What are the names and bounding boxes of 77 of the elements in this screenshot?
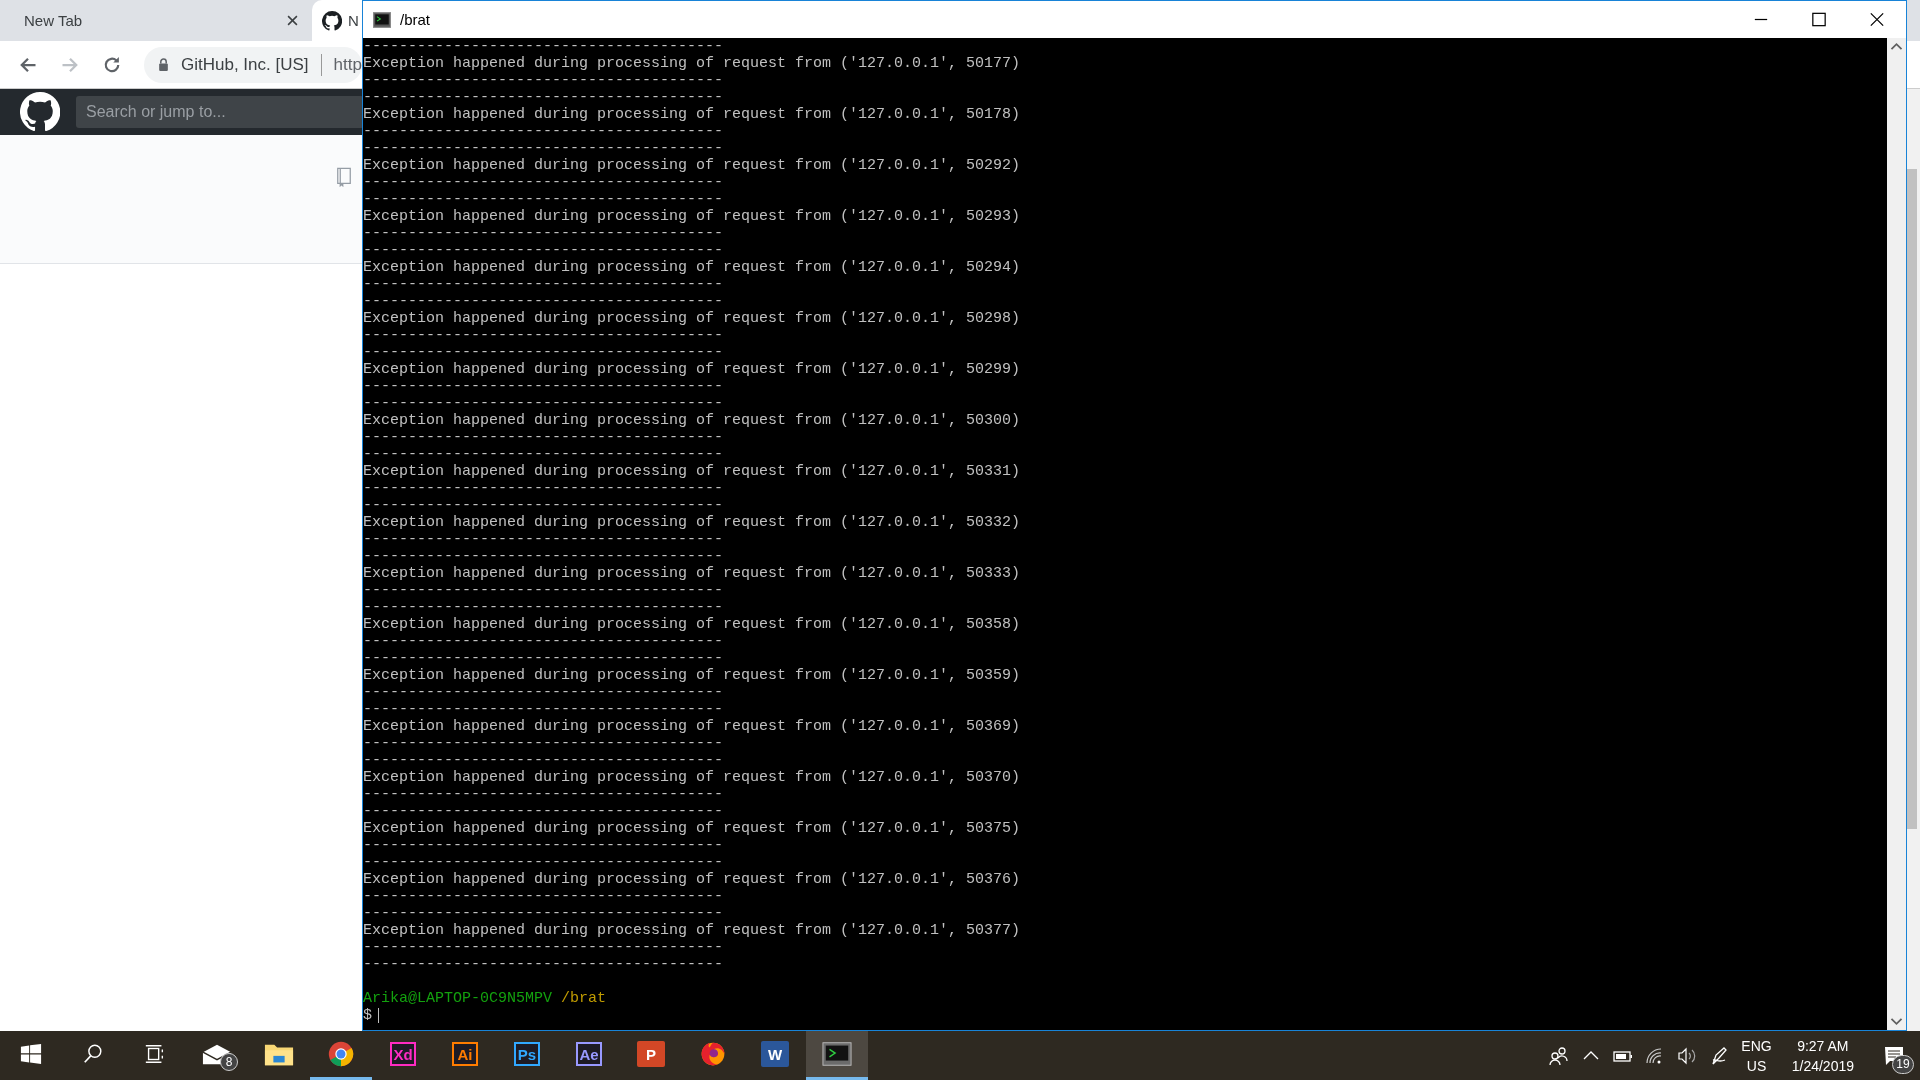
log-line: ---------------------------------------- xyxy=(363,327,725,344)
browser-tab[interactable]: New Tab xyxy=(0,0,312,41)
search-field[interactable]: Search or jump to... xyxy=(76,96,364,128)
taskbar-button[interactable]: Ps xyxy=(496,1031,558,1080)
log-line: ---------------------------------------- xyxy=(363,242,725,259)
log-line: Exception happened during processing of request from ('127.0.0.1', 50358) xyxy=(363,616,1022,633)
log-line: ---------------------------------------- xyxy=(363,650,725,667)
log-line: Exception happened during processing of request from ('127.0.0.1', 50300) xyxy=(363,412,1022,429)
log-line: Exception happened during processing of request from ('127.0.0.1', 50298) xyxy=(363,310,1022,327)
notifications-button[interactable]: 19 xyxy=(1874,1035,1914,1076)
taskbar-button[interactable]: W xyxy=(744,1031,806,1080)
log-line: ---------------------------------------- xyxy=(363,599,725,616)
log-line: ---------------------------------------- xyxy=(363,123,725,140)
log-line: ---------------------------------------- xyxy=(363,429,725,446)
log-line: Exception happened during processing of request from ('127.0.0.1', 50375) xyxy=(363,820,1022,837)
url-text: http xyxy=(333,54,362,75)
log-line: ---------------------------------------- xyxy=(363,72,725,89)
log-line: ---------------------------------------- xyxy=(363,191,725,208)
log-line: ---------------------------------------- xyxy=(363,140,725,157)
taskbar-button[interactable]: 8 xyxy=(186,1031,248,1080)
log-line: ---------------------------------------- xyxy=(363,956,725,973)
site-identity: GitHub, Inc. [US] xyxy=(181,54,309,75)
log-line: Exception happened during processing of request from ('127.0.0.1', 50377) xyxy=(363,922,1022,939)
log-line: Exception happened during processing of request from ('127.0.0.1', 50178) xyxy=(363,106,1022,123)
taskbar-button[interactable]: Xd xyxy=(372,1031,434,1080)
clock-button[interactable]: 9:27 AM 1/24/2019 xyxy=(1783,1035,1862,1076)
log-line: ---------------------------------------- xyxy=(363,735,725,752)
log-line: Exception happened during processing of request from ('127.0.0.1', 50331) xyxy=(363,463,1022,480)
log-line: ---------------------------------------- xyxy=(363,701,725,718)
log-line: ---------------------------------------- xyxy=(363,888,725,905)
log-line: ---------------------------------------- xyxy=(363,497,725,514)
log-line: ---------------------------------------- xyxy=(363,225,725,242)
log-line: Exception happened during processing of request from ('127.0.0.1', 50177) xyxy=(363,55,1022,72)
taskbar-button[interactable]: Ai xyxy=(434,1031,496,1080)
log-line: Exception happened during processing of request from ('127.0.0.1', 50359) xyxy=(363,667,1022,684)
window-title: /brat xyxy=(400,11,431,28)
log-line: ---------------------------------------- xyxy=(363,378,725,395)
log-line: ---------------------------------------- xyxy=(363,38,725,55)
prompt-user: Arika@LAPTOP-0C9N5MPV xyxy=(363,990,553,1007)
log-line: ---------------------------------------- xyxy=(363,939,725,956)
log-line: ---------------------------------------- xyxy=(363,752,725,769)
log-line: ---------------------------------------- xyxy=(363,633,725,650)
log-line: Exception happened during processing of request from ('127.0.0.1', 50370) xyxy=(363,769,1022,786)
log-line: ---------------------------------------- xyxy=(363,276,725,293)
address-bar[interactable]: GitHub, Inc. [US] http xyxy=(144,46,362,83)
log-line: Exception happened during processing of request from ('127.0.0.1', 50332) xyxy=(363,514,1022,531)
log-line: ---------------------------------------- xyxy=(363,174,725,191)
log-line: ---------------------------------------- xyxy=(363,905,725,922)
log-line: ---------------------------------------- xyxy=(363,837,725,854)
log-line: ---------------------------------------- xyxy=(363,786,725,803)
log-line: Exception happened during processing of request from ('127.0.0.1', 50369) xyxy=(363,718,1022,735)
prompt-symbol: $ xyxy=(363,1007,372,1024)
log-line: ---------------------------------------- xyxy=(363,684,725,701)
log-line: ---------------------------------------- xyxy=(363,89,725,106)
log-line: ---------------------------------------- xyxy=(363,803,725,820)
log-line: Exception happened during processing of request from ('127.0.0.1', 50292) xyxy=(363,157,1022,174)
log-line: ---------------------------------------- xyxy=(363,446,725,463)
log-line: Exception happened during processing of request from ('127.0.0.1', 50376) xyxy=(363,871,1022,888)
log-line: ---------------------------------------- xyxy=(363,480,725,497)
log-line: Exception happened during processing of request from ('127.0.0.1', 50299) xyxy=(363,361,1022,378)
count-badge: 8 xyxy=(220,1053,238,1071)
prompt-path: /brat xyxy=(561,990,607,1007)
log-line: Exception happened during processing of request from ('127.0.0.1', 50294) xyxy=(363,259,1022,276)
log-line: ---------------------------------------- xyxy=(363,344,725,361)
taskbar-button[interactable]: Ae xyxy=(558,1031,620,1080)
count-badge: 19 xyxy=(1892,1054,1914,1074)
log-line: Exception happened during processing of request from ('127.0.0.1', 50333) xyxy=(363,565,1022,582)
log-line: ---------------------------------------- xyxy=(363,293,725,310)
log-line: ---------------------------------------- xyxy=(363,531,725,548)
log-line: ---------------------------------------- xyxy=(363,854,725,871)
log-line: ---------------------------------------- xyxy=(363,548,725,565)
log-line: ---------------------------------------- xyxy=(363,395,725,412)
log-line: ---------------------------------------- xyxy=(363,582,725,599)
log-line: Exception happened during processing of request from ('127.0.0.1', 50293) xyxy=(363,208,1022,225)
input-language-button[interactable]: ENG US xyxy=(1741,1035,1772,1076)
taskbar-button[interactable]: P xyxy=(620,1031,682,1080)
browser-tab[interactable]: N xyxy=(312,0,362,41)
